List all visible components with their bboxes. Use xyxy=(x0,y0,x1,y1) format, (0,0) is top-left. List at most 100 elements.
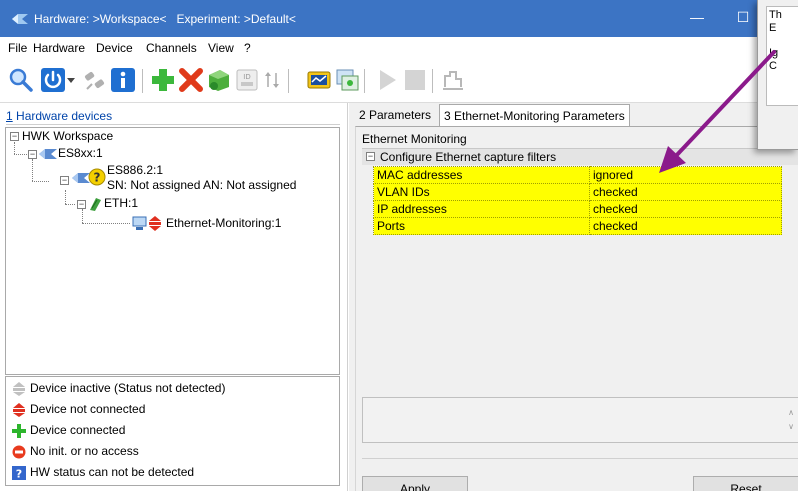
tree-node-workspace[interactable]: HWK Workspace xyxy=(22,129,113,143)
tab-ethernet-monitoring-parameters[interactable]: 3 Ethernet-Monitoring Parameters xyxy=(439,104,630,126)
device-inactive-icon xyxy=(13,381,25,396)
tree-connector xyxy=(14,154,29,155)
property-row[interactable]: VLAN IDs checked xyxy=(373,183,782,201)
expand-toggle[interactable]: − xyxy=(10,132,19,141)
property-value[interactable]: ignored xyxy=(589,166,782,184)
parameters-pane: 2 Parameters 3 Ethernet-Monitoring Param… xyxy=(349,103,798,491)
signal-icon[interactable] xyxy=(440,67,466,93)
tree-connector xyxy=(14,142,15,154)
menu-file[interactable]: File xyxy=(8,41,27,55)
menu-bar: File Hardware Device Channels View ? xyxy=(0,37,798,59)
not-connected-icon xyxy=(149,216,161,231)
menu-view[interactable]: View xyxy=(208,41,234,55)
title-bar: Hardware: >Workspace< Experiment: >Defau… xyxy=(0,0,798,37)
property-grid: MAC addresses ignored VLAN IDs checked I… xyxy=(373,166,782,235)
property-value[interactable]: checked xyxy=(589,217,782,235)
hw-status-unknown-icon: ? xyxy=(12,465,26,480)
tree-connector xyxy=(65,190,66,204)
delete-icon[interactable] xyxy=(178,67,204,93)
tree-node-es8xx[interactable]: ES8xx:1 xyxy=(58,146,103,160)
toolbar-separator xyxy=(432,69,433,93)
toolbar-separator xyxy=(142,69,143,93)
scroll-down-icon[interactable]: ∨ xyxy=(788,422,794,431)
dialog-text: Th xyxy=(769,9,782,21)
expand-toggle[interactable]: − xyxy=(60,176,69,185)
hardware-devices-header: 1 Hardware devices xyxy=(6,109,113,123)
device-connected-icon xyxy=(12,423,26,438)
property-key: VLAN IDs xyxy=(373,183,590,201)
property-key: IP addresses xyxy=(373,200,590,218)
group-label: Configure Ethernet capture filters xyxy=(380,150,557,164)
tree-node-es886-info: SN: Not assigned AN: Not assigned xyxy=(107,178,297,192)
scroll-up-icon[interactable]: ∧ xyxy=(788,408,794,417)
expand-toggle[interactable]: − xyxy=(77,200,86,209)
app-icon xyxy=(12,14,28,24)
tree-connector xyxy=(65,204,75,205)
svg-text:ID: ID xyxy=(243,73,250,81)
status-legend: Device inactive (Status not detected) De… xyxy=(5,376,340,486)
tree-node-es886[interactable]: ES886.2:1 xyxy=(107,163,163,177)
status-unknown-icon: ? xyxy=(88,168,106,186)
legend-item: Device inactive (Status not detected) xyxy=(12,381,225,396)
toolbar: ID xyxy=(0,59,798,103)
hardware-tree[interactable]: − HWK Workspace − ES8xx:1 − ? ES886.2:1 … xyxy=(5,127,340,375)
property-key: Ports xyxy=(373,217,590,235)
add-icon[interactable] xyxy=(150,67,176,93)
workspace-icon[interactable] xyxy=(334,67,360,93)
stop-icon[interactable] xyxy=(402,67,428,93)
monitor-icon xyxy=(132,216,147,230)
toolbar-separator xyxy=(288,69,289,93)
legend-item: Device connected xyxy=(12,423,125,438)
tree-connector xyxy=(32,181,49,182)
dialog-text: C xyxy=(769,60,777,72)
property-row[interactable]: MAC addresses ignored xyxy=(373,166,782,184)
window-title: Hardware: >Workspace< Experiment: >Defau… xyxy=(34,12,296,26)
maximize-button[interactable]: ☐ xyxy=(734,8,752,26)
sort-icon[interactable] xyxy=(262,67,282,93)
menu-channels[interactable]: Channels xyxy=(146,41,197,55)
property-value[interactable]: checked xyxy=(589,183,782,201)
device-add-icon[interactable] xyxy=(206,67,232,93)
property-row[interactable]: Ports checked xyxy=(373,217,782,235)
tree-connector xyxy=(32,159,33,181)
property-row[interactable]: IP addresses checked xyxy=(373,200,782,218)
property-group[interactable]: − Configure Ethernet capture filters xyxy=(362,148,798,165)
play-icon[interactable] xyxy=(374,67,400,93)
apply-button[interactable]: Apply xyxy=(362,476,468,491)
tab-parameters[interactable]: 2 Parameters xyxy=(355,104,435,126)
dropdown-arrow-icon[interactable] xyxy=(66,67,76,93)
dialog-text: Ig xyxy=(769,47,779,59)
expand-toggle[interactable]: − xyxy=(28,150,37,159)
tree-node-ethernet-monitoring[interactable]: Ethernet-Monitoring:1 xyxy=(166,216,281,230)
hardware-devices-pane: 1 Hardware devices − HWK Workspace − ES8… xyxy=(0,103,348,491)
toolbar-separator xyxy=(364,69,365,93)
description-box: ∧ ∨ xyxy=(362,397,798,443)
ethernet-port-icon xyxy=(90,198,101,211)
no-access-icon xyxy=(12,445,26,459)
tab-content: Ethernet Monitoring − Configure Ethernet… xyxy=(355,126,798,491)
power-icon[interactable] xyxy=(40,67,66,93)
property-value[interactable]: checked xyxy=(589,200,782,218)
group-collapse-toggle[interactable]: − xyxy=(366,152,375,161)
section-title: Ethernet Monitoring xyxy=(362,132,467,146)
search-icon[interactable] xyxy=(8,67,34,93)
dialog-content: Th E Ig C xyxy=(766,6,798,106)
property-key: MAC addresses xyxy=(373,166,590,184)
header-divider xyxy=(6,124,340,125)
id-card-icon[interactable]: ID xyxy=(234,67,260,93)
menu-device[interactable]: Device xyxy=(96,41,133,55)
divider xyxy=(362,458,798,459)
menu-hardware[interactable]: Hardware xyxy=(33,41,85,55)
info-icon[interactable] xyxy=(110,67,136,93)
dialog-text: E xyxy=(769,22,777,34)
menu-help[interactable]: ? xyxy=(244,41,251,55)
measure-icon[interactable] xyxy=(306,67,332,93)
legend-item: ? HW status can not be detected xyxy=(12,465,194,480)
reset-button[interactable]: Reset xyxy=(693,476,798,491)
legend-item: Device not connected xyxy=(12,402,145,417)
tree-node-eth[interactable]: ETH:1 xyxy=(104,196,138,210)
minimize-button[interactable]: — xyxy=(688,8,706,26)
overlapping-dialog: Th E Ig C xyxy=(757,0,798,150)
legend-item: No init. or no access xyxy=(12,444,139,459)
disconnect-icon[interactable] xyxy=(82,67,108,93)
